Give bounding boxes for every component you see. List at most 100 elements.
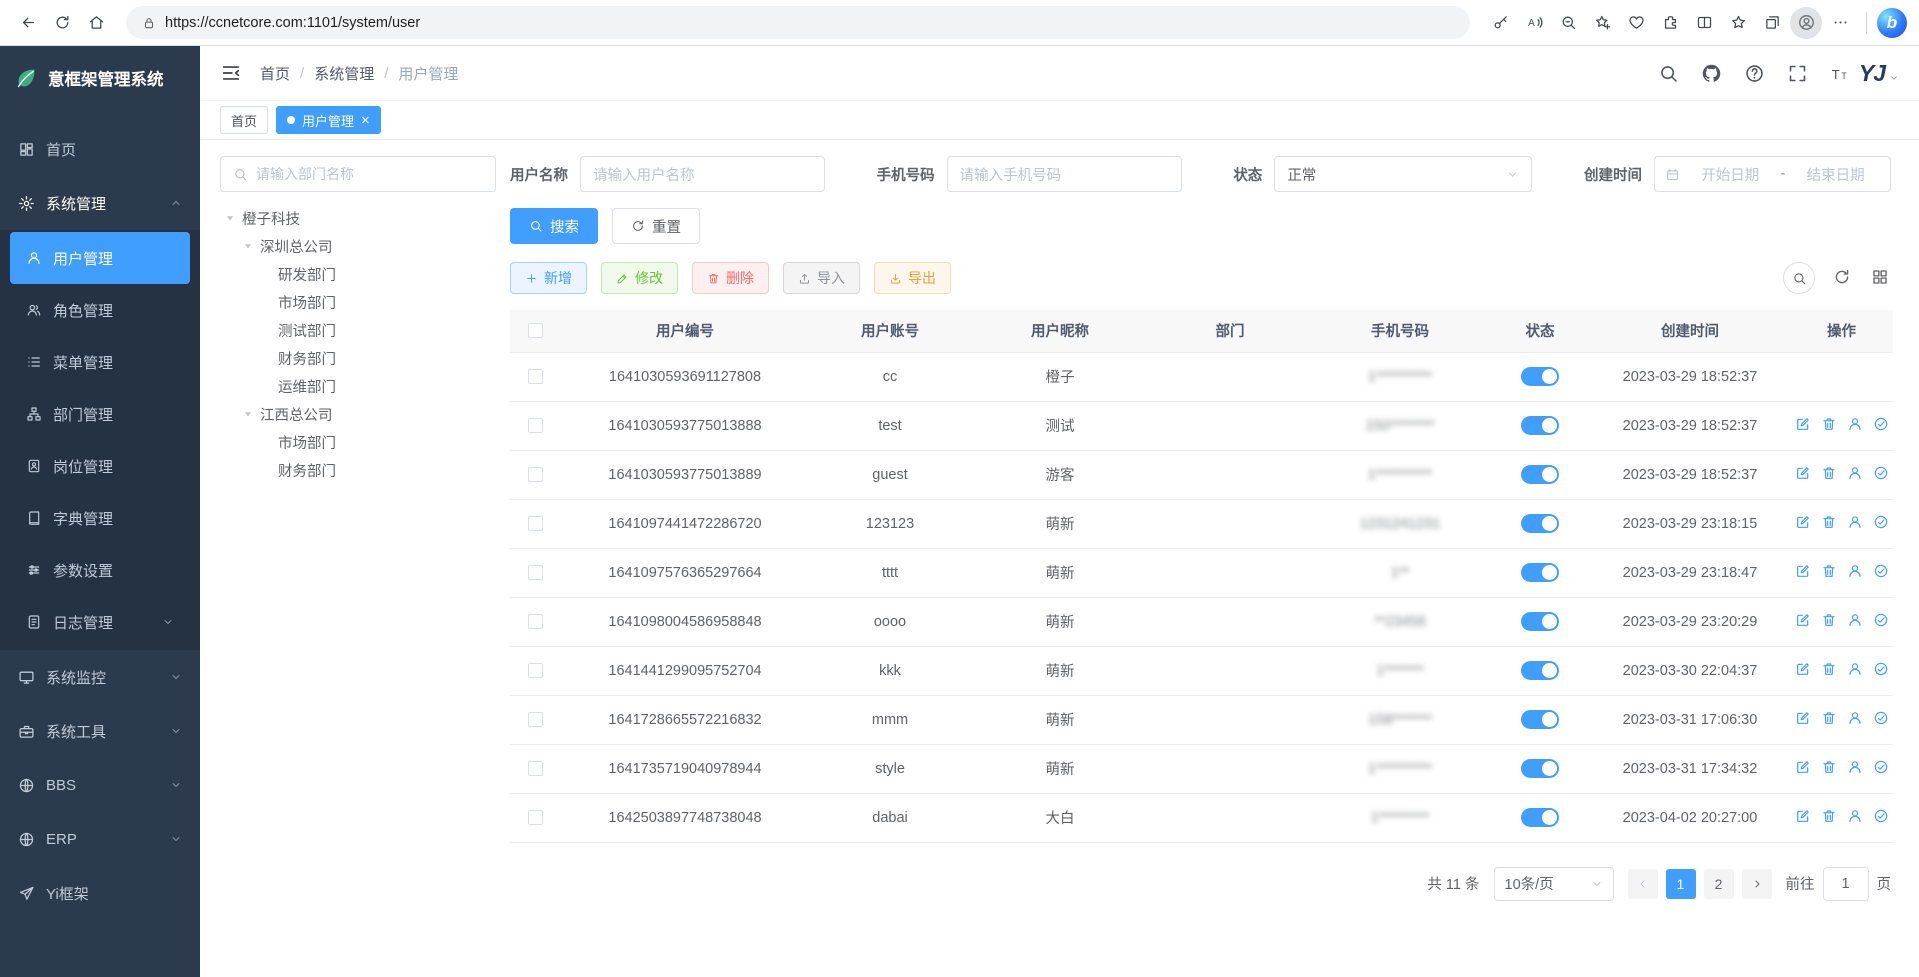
row-checkbox[interactable] — [528, 614, 543, 629]
status-toggle[interactable] — [1521, 710, 1559, 729]
refresh-table-button[interactable] — [1833, 268, 1853, 288]
goto-page-input[interactable]: 1 — [1823, 867, 1869, 901]
row-assign-role-icon[interactable] — [1873, 612, 1889, 628]
row-assign-role-icon[interactable] — [1873, 759, 1889, 775]
row-delete-icon[interactable] — [1821, 661, 1837, 677]
font-size-icon[interactable]: TT — [1830, 63, 1851, 84]
status-toggle[interactable] — [1521, 416, 1559, 435]
status-toggle[interactable] — [1521, 759, 1559, 778]
row-assign-role-icon[interactable] — [1873, 710, 1889, 726]
add-button[interactable]: 新增 — [510, 262, 587, 294]
row-edit-icon[interactable] — [1795, 759, 1811, 775]
department-search-input[interactable]: 请输入部门名称 — [220, 156, 496, 192]
breadcrumb-item[interactable]: 首页 — [260, 63, 290, 84]
tree-node[interactable]: 橙子科技 — [220, 204, 496, 232]
browser-essentials-icon[interactable] — [1620, 7, 1652, 39]
row-assign-role-icon[interactable] — [1873, 808, 1889, 824]
collections-icon[interactable] — [1756, 7, 1788, 39]
row-edit-icon[interactable] — [1795, 514, 1811, 530]
prev-page-button[interactable] — [1628, 869, 1658, 899]
row-edit-icon[interactable] — [1795, 416, 1811, 432]
row-checkbox[interactable] — [528, 467, 543, 482]
menu-fold-icon[interactable] — [220, 62, 242, 84]
row-reset-password-icon[interactable] — [1847, 612, 1863, 628]
favorites-bar-icon[interactable] — [1722, 7, 1754, 39]
address-bar[interactable]: https://ccnetcore.com:1101/system/user — [126, 6, 1470, 39]
row-assign-role-icon[interactable] — [1873, 563, 1889, 579]
username-input[interactable]: 请输入用户名称 — [580, 156, 825, 192]
row-delete-icon[interactable] — [1821, 416, 1837, 432]
sidebar-item-bbs[interactable]: BBS — [0, 758, 200, 812]
back-icon[interactable] — [12, 7, 44, 39]
tree-node[interactable]: 财务部门 — [220, 456, 496, 484]
phone-input[interactable]: 请输入手机号码 — [947, 156, 1182, 192]
help-icon[interactable] — [1744, 63, 1765, 84]
select-all-checkbox[interactable] — [528, 323, 543, 338]
sidebar-item-post[interactable]: 岗位管理 — [10, 440, 190, 492]
close-icon[interactable]: × — [361, 113, 370, 128]
tree-node[interactable]: 财务部门 — [220, 344, 496, 372]
search-toggle-button[interactable] — [1783, 262, 1815, 294]
refresh-page-icon[interactable] — [46, 7, 78, 39]
status-select[interactable]: 正常 — [1274, 156, 1532, 192]
tab-user[interactable]: 用户管理 × — [276, 106, 381, 134]
browser-home-icon[interactable] — [80, 7, 112, 39]
copilot-icon[interactable]: b — [1877, 8, 1907, 38]
tree-node[interactable]: 研发部门 — [220, 260, 496, 288]
row-checkbox[interactable] — [528, 516, 543, 531]
row-edit-icon[interactable] — [1795, 661, 1811, 677]
row-checkbox[interactable] — [528, 565, 543, 580]
page-button-2[interactable]: 2 — [1704, 869, 1734, 899]
created-daterange[interactable]: 开始日期 - 结束日期 — [1654, 156, 1891, 192]
sidebar-item-system[interactable]: 系统管理 — [0, 176, 200, 230]
page-button-1[interactable]: 1 — [1666, 869, 1696, 899]
row-reset-password-icon[interactable] — [1847, 661, 1863, 677]
edit-button[interactable]: 修改 — [601, 262, 678, 294]
status-toggle[interactable] — [1521, 563, 1559, 582]
sidebar-item-log[interactable]: 日志管理 — [10, 596, 190, 648]
row-assign-role-icon[interactable] — [1873, 514, 1889, 530]
tab-home[interactable]: 首页 — [220, 106, 268, 134]
row-reset-password-icon[interactable] — [1847, 563, 1863, 579]
column-setting-button[interactable] — [1871, 268, 1891, 288]
sidebar-item-menu[interactable]: 菜单管理 — [10, 336, 190, 388]
row-delete-icon[interactable] — [1821, 563, 1837, 579]
delete-button[interactable]: 删除 — [692, 262, 769, 294]
tree-node[interactable]: 深圳总公司 — [220, 232, 496, 260]
row-delete-icon[interactable] — [1821, 465, 1837, 481]
row-reset-password-icon[interactable] — [1847, 465, 1863, 481]
profile-avatar-icon[interactable] — [1790, 7, 1822, 39]
row-reset-password-icon[interactable] — [1847, 759, 1863, 775]
row-delete-icon[interactable] — [1821, 759, 1837, 775]
row-delete-icon[interactable] — [1821, 612, 1837, 628]
row-reset-password-icon[interactable] — [1847, 416, 1863, 432]
sidebar-item-dept[interactable]: 部门管理 — [10, 388, 190, 440]
row-reset-password-icon[interactable] — [1847, 710, 1863, 726]
zoom-out-icon[interactable] — [1552, 7, 1584, 39]
row-checkbox[interactable] — [528, 663, 543, 678]
search-icon[interactable] — [1658, 63, 1679, 84]
tree-node[interactable]: 市场部门 — [220, 288, 496, 316]
sidebar-item-param[interactable]: 参数设置 — [10, 544, 190, 596]
status-toggle[interactable] — [1521, 661, 1559, 680]
extensions-icon[interactable] — [1654, 7, 1686, 39]
row-checkbox[interactable] — [528, 369, 543, 384]
reset-button[interactable]: 重置 — [612, 208, 700, 244]
fullscreen-icon[interactable] — [1787, 63, 1808, 84]
row-checkbox[interactable] — [528, 810, 543, 825]
row-assign-role-icon[interactable] — [1873, 661, 1889, 677]
tree-node[interactable]: 测试部门 — [220, 316, 496, 344]
row-edit-icon[interactable] — [1795, 612, 1811, 628]
row-checkbox[interactable] — [528, 712, 543, 727]
sidebar-item-role[interactable]: 角色管理 — [10, 284, 190, 336]
tree-node[interactable]: 运维部门 — [220, 372, 496, 400]
status-toggle[interactable] — [1521, 808, 1559, 827]
status-toggle[interactable] — [1521, 465, 1559, 484]
status-toggle[interactable] — [1521, 612, 1559, 631]
read-aloud-icon[interactable]: A — [1518, 7, 1550, 39]
sidebar-item-user[interactable]: 用户管理 — [10, 232, 190, 284]
row-edit-icon[interactable] — [1795, 808, 1811, 824]
breadcrumb-item[interactable]: 系统管理 — [314, 63, 374, 84]
next-page-button[interactable] — [1742, 869, 1772, 899]
row-edit-icon[interactable] — [1795, 710, 1811, 726]
